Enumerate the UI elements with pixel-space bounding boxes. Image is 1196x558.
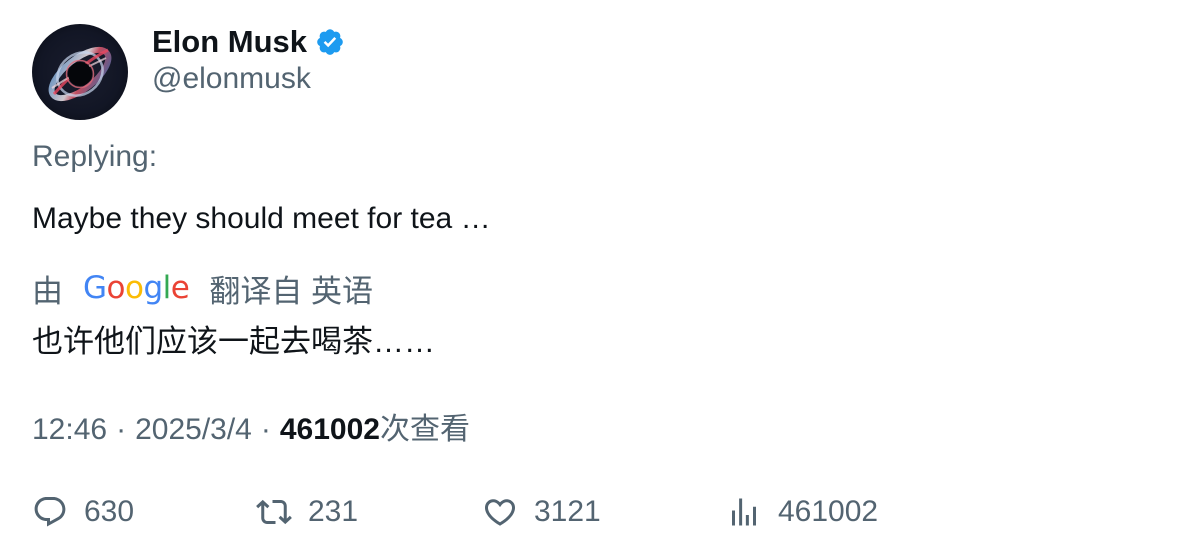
views-count[interactable]: 461002 [280,413,380,447]
tweet-time[interactable]: 12:46 [32,413,107,447]
tweet-meta: 12:46 · 2025/3/4 · 461002 次查看 [32,404,470,448]
views-action-count: 461002 [778,495,879,528]
action-bar: 630 231 3121 461002 [0,488,1196,536]
translated-from-label: 翻译自 英语 [209,273,373,309]
author-handle[interactable]: @elonmusk [152,62,311,96]
google-logo[interactable]: Google [83,270,190,306]
retweet-count: 231 [308,495,359,528]
like-button[interactable]: 3121 [482,488,601,536]
views-chart-icon [732,498,756,526]
like-count: 3121 [534,495,601,528]
replying-label: Replying: [32,140,158,173]
translated-by-label: 由 [32,273,63,309]
black-hole-avatar-icon [32,24,128,120]
heart-icon [484,499,516,526]
verified-badge-icon [315,27,345,57]
reply-icon [34,497,66,527]
meta-separator: · [260,413,271,446]
author-name-row[interactable]: Elon Musk [152,22,345,62]
translated-text: 也许他们应该一起去喝茶…… [32,324,435,359]
views-label[interactable]: 次查看 [380,404,470,448]
reply-button[interactable]: 630 [32,488,134,536]
translation-attribution: 由 Google 翻译自 英语 [32,268,373,309]
meta-separator: · [116,413,127,446]
author-display-name[interactable]: Elon Musk [152,24,307,60]
retweet-button[interactable]: 231 [256,488,358,536]
retweet-icon [256,499,292,525]
tweet-text: Maybe they should meet for tea … [32,202,491,235]
reply-count: 630 [84,495,135,528]
views-button[interactable]: 461002 [726,488,878,536]
author-avatar[interactable] [32,24,128,120]
tweet-date[interactable]: 2025/3/4 [135,413,252,447]
